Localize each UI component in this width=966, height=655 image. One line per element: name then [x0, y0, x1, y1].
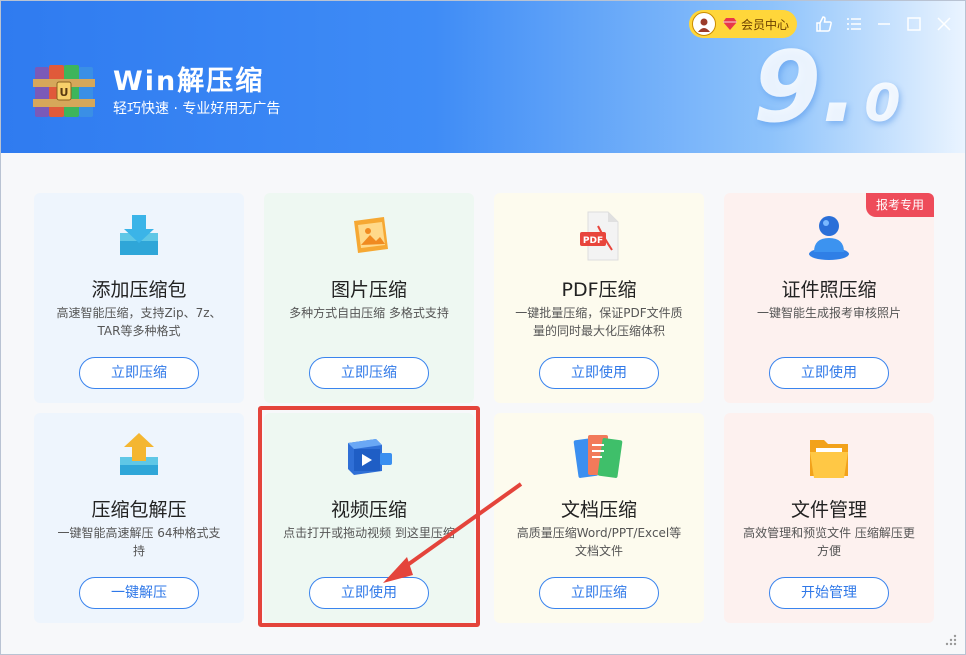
card-title: 文件管理 — [790, 499, 867, 521]
app-title: Win解压缩 — [113, 66, 265, 97]
version-major: 9. — [753, 31, 859, 145]
card-desc: 高效管理和预览文件 压缩解压更方便 — [743, 526, 915, 558]
card-file-management[interactable]: 文件管理 高效管理和预览文件 压缩解压更方便 开始管理 — [724, 413, 934, 623]
card-extract-archive[interactable]: 压缩包解压 一键智能高速解压 64种格式支持 一键解压 — [34, 413, 244, 623]
version-number: 9. 0 — [753, 33, 901, 143]
use-now-button[interactable]: 立即使用 — [539, 357, 659, 389]
card-desc: 一键智能高速解压 64种格式支持 — [57, 526, 221, 558]
maximize-icon — [907, 17, 921, 31]
card-desc: 多种方式自由压缩 多格式支持 — [289, 306, 449, 320]
pdf-icon: PDF — [569, 207, 629, 265]
card-document-compress[interactable]: 文档压缩 高质量压缩Word/PPT/Excel等文档文件 立即压缩 — [494, 413, 704, 623]
compress-now-button[interactable]: 立即压缩 — [539, 577, 659, 609]
video-icon — [339, 427, 399, 485]
menu-button[interactable] — [843, 13, 865, 35]
add-archive-icon — [109, 207, 169, 265]
minimize-icon — [878, 23, 890, 25]
exam-badge: 报考专用 — [866, 193, 934, 217]
card-title: 图片压缩 — [330, 279, 407, 301]
extract-archive-icon — [109, 427, 169, 485]
card-desc: 点击打开或拖动视频 到这里压缩 — [283, 526, 455, 540]
version-minor: 0 — [864, 74, 901, 134]
start-management-button[interactable]: 开始管理 — [769, 577, 889, 609]
id-photo-icon — [799, 207, 859, 265]
resize-grip-icon[interactable] — [943, 632, 957, 646]
one-click-extract-button[interactable]: 一键解压 — [79, 577, 199, 609]
document-icon — [569, 427, 629, 485]
use-now-button[interactable]: 立即使用 — [769, 357, 889, 389]
card-title: 证件照压缩 — [781, 279, 877, 301]
card-desc: 高速智能压缩，支持Zip、7z、TAR等多种格式 — [56, 306, 222, 338]
card-title: 压缩包解压 — [91, 499, 187, 521]
compress-now-button[interactable]: 立即压缩 — [309, 357, 429, 389]
app-window: U Win解压缩 轻巧快速 · 专业好用无广告 9. 0 会员中心 添加压缩包 … — [0, 0, 966, 655]
like-button[interactable] — [813, 13, 835, 35]
maximize-button[interactable] — [903, 13, 925, 35]
card-title: PDF压缩 — [561, 279, 637, 301]
thumbs-up-icon — [816, 16, 832, 32]
card-id-photo-compress[interactable]: 报考专用 证件照压缩 一键智能生成报考审核照片 立即使用 — [724, 193, 934, 403]
compress-now-button[interactable]: 立即压缩 — [79, 357, 199, 389]
diamond-icon — [723, 15, 737, 34]
use-now-button[interactable]: 立即使用 — [309, 577, 429, 609]
svg-text:U: U — [60, 86, 69, 99]
app-logo: U — [31, 59, 97, 121]
card-title: 文档压缩 — [560, 499, 637, 521]
card-pdf-compress[interactable]: PDF PDF压缩 一键批量压缩，保证PDF文件质量的同时最大化压缩体积 立即使… — [494, 193, 704, 403]
svg-text:PDF: PDF — [583, 236, 603, 246]
card-desc: 一键智能生成报考审核照片 — [756, 306, 901, 320]
app-subtitle: 轻巧快速 · 专业好用无广告 — [113, 101, 281, 117]
card-video-compress[interactable]: 视频压缩 点击打开或拖动视频 到这里压缩 立即使用 — [264, 413, 474, 623]
header-banner: U Win解压缩 轻巧快速 · 专业好用无广告 9. 0 会员中心 — [1, 1, 965, 153]
menu-icon — [847, 18, 861, 30]
close-icon — [937, 17, 951, 31]
close-button[interactable] — [933, 13, 955, 35]
avatar — [692, 12, 716, 36]
folder-icon — [799, 427, 859, 485]
card-title: 添加压缩包 — [91, 279, 187, 301]
card-desc: 一键批量压缩，保证PDF文件质量的同时最大化压缩体积 — [515, 306, 683, 338]
image-compress-icon — [339, 207, 399, 265]
minimize-button[interactable] — [873, 13, 895, 35]
card-desc: 高质量压缩Word/PPT/Excel等文档文件 — [516, 526, 682, 558]
card-title: 视频压缩 — [330, 499, 407, 521]
card-add-archive[interactable]: 添加压缩包 高速智能压缩，支持Zip、7z、TAR等多种格式 立即压缩 — [34, 193, 244, 403]
vip-center-label: 会员中心 — [741, 17, 790, 32]
card-image-compress[interactable]: 图片压缩 多种方式自由压缩 多格式支持 立即压缩 — [264, 193, 474, 403]
vip-center-button[interactable]: 会员中心 — [689, 10, 797, 38]
